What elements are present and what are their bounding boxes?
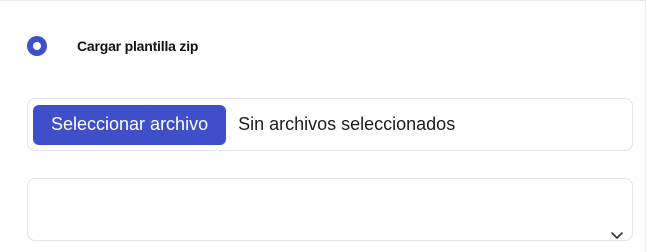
file-status-text: Sin archivos seleccionados — [238, 114, 456, 134]
template-select[interactable] — [27, 178, 633, 241]
upload-zip-radio[interactable] — [27, 36, 47, 56]
upload-zip-label: Cargar plantilla zip — [77, 38, 199, 54]
chevron-down-icon — [611, 232, 623, 239]
file-input[interactable]: Seleccionar archivo Sin archivos selecci… — [27, 98, 633, 151]
radio-selected-dot — [33, 42, 41, 50]
upload-panel: Cargar plantilla zip Seleccionar archivo… — [0, 0, 646, 252]
select-file-button[interactable]: Seleccionar archivo — [33, 104, 227, 145]
upload-zip-option[interactable]: Cargar plantilla zip — [27, 33, 198, 59]
